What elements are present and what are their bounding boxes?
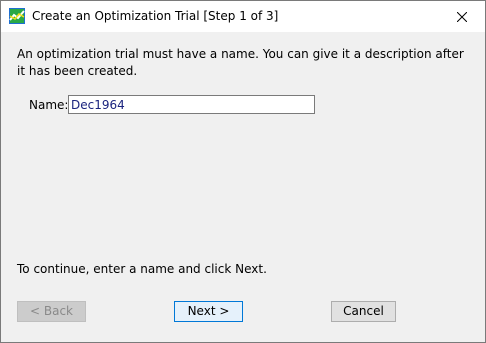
next-button[interactable]: Next > xyxy=(174,301,243,322)
name-label: Name: xyxy=(29,98,69,112)
close-icon xyxy=(456,7,468,26)
dialog-content: An optimization trial must have a name. … xyxy=(1,32,485,342)
instructions-text: An optimization trial must have a name. … xyxy=(17,47,464,78)
close-button[interactable] xyxy=(439,1,485,32)
dialog-window: Create an Optimization Trial [Step 1 of … xyxy=(0,0,486,343)
continue-hint: To continue, enter a name and click Next… xyxy=(17,262,267,276)
chart-app-icon xyxy=(9,8,25,24)
cancel-button[interactable]: Cancel xyxy=(331,301,396,322)
name-input[interactable] xyxy=(68,95,315,114)
window-title: Create an Optimization Trial [Step 1 of … xyxy=(32,9,279,23)
title-bar: Create an Optimization Trial [Step 1 of … xyxy=(1,1,485,32)
back-button[interactable]: < Back xyxy=(17,301,86,322)
